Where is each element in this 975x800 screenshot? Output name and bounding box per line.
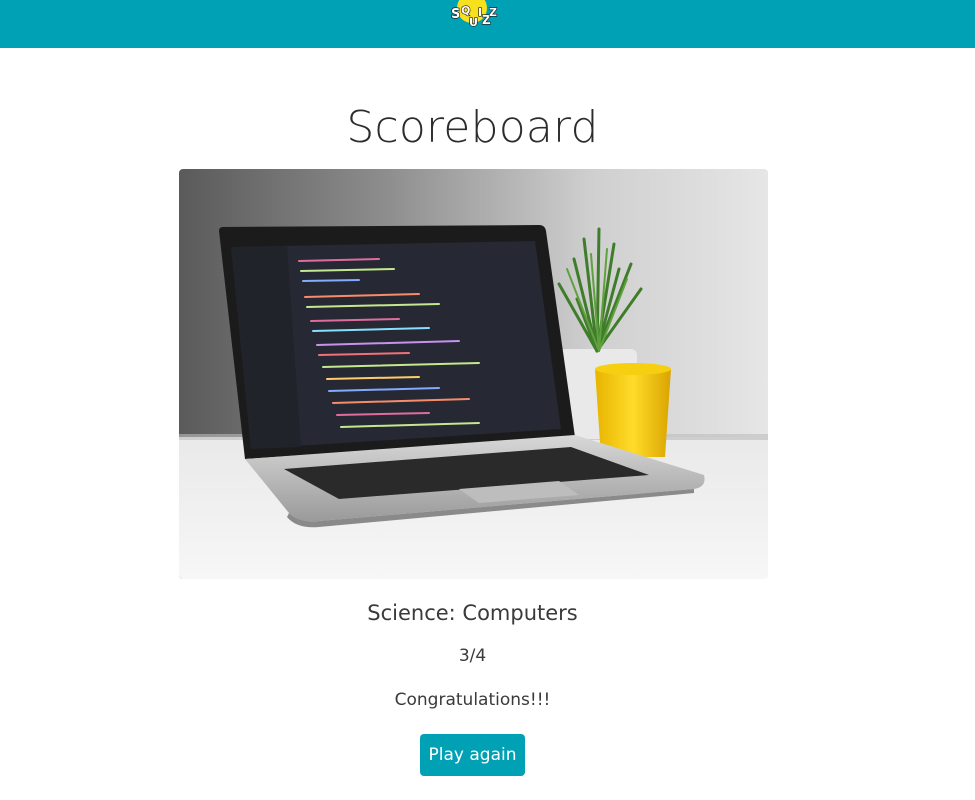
quiz-category: Science: Computers bbox=[367, 601, 578, 625]
svg-text:U: U bbox=[469, 16, 478, 29]
page-title: Scoreboard bbox=[346, 102, 599, 153]
laptop-hero-image bbox=[179, 169, 768, 579]
play-again-button[interactable]: Play again bbox=[420, 734, 525, 776]
squizz-logo[interactable]: S Q U I Z Z bbox=[446, 0, 498, 32]
svg-text:Z: Z bbox=[489, 6, 497, 19]
svg-text:S: S bbox=[451, 7, 460, 22]
top-navbar: S Q U I Z Z bbox=[0, 0, 975, 48]
result-message: Congratulations!!! bbox=[394, 690, 551, 710]
score-value: 3/4 bbox=[458, 646, 487, 666]
